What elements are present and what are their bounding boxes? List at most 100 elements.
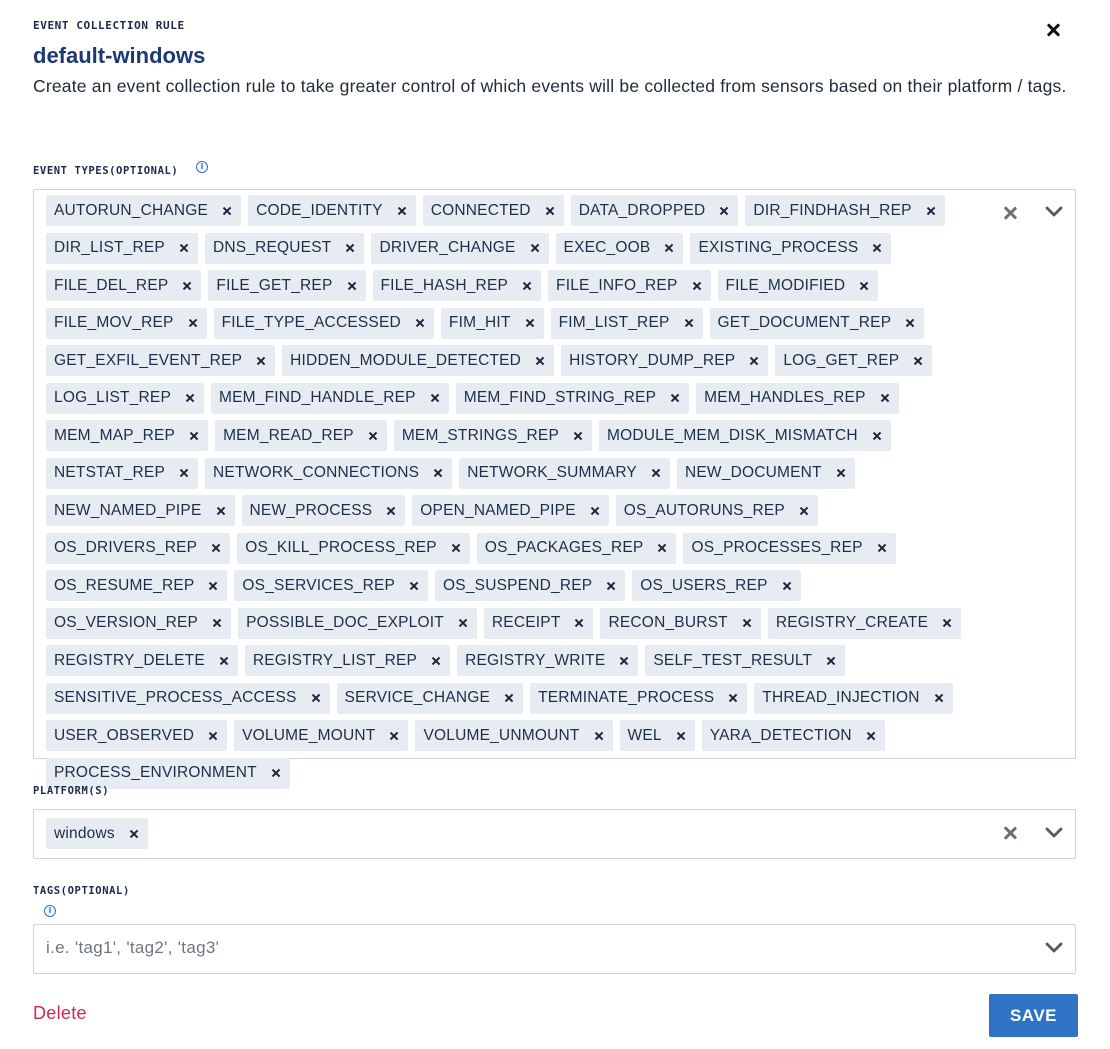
remove-chip-icon[interactable] (385, 505, 397, 517)
info-icon[interactable]: i (196, 161, 208, 173)
chip-label: FILE_MOV_REP (54, 314, 174, 331)
remove-chip-icon[interactable] (218, 655, 230, 667)
remove-chip-icon[interactable] (656, 542, 668, 554)
chevron-down-icon[interactable] (1045, 942, 1063, 956)
info-icon[interactable]: i (44, 905, 56, 917)
remove-chip-icon[interactable] (871, 430, 883, 442)
remove-chip-icon[interactable] (544, 205, 556, 217)
remove-chip-icon[interactable] (408, 580, 420, 592)
remove-chip-icon[interactable] (414, 317, 426, 329)
remove-chip-icon[interactable] (178, 467, 190, 479)
remove-chip-icon[interactable] (429, 392, 441, 404)
remove-chip-icon[interactable] (925, 205, 937, 217)
remove-chip-icon[interactable] (534, 355, 546, 367)
remove-chip-icon[interactable] (825, 655, 837, 667)
remove-chip-icon[interactable] (529, 242, 541, 254)
remove-chip-icon[interactable] (748, 355, 760, 367)
remove-chip-icon[interactable] (669, 392, 681, 404)
remove-chip-icon[interactable] (450, 542, 462, 554)
event-types-select[interactable]: AUTORUN_CHANGE CODE_IDENTITY CONNECTED DATA… (33, 189, 1076, 789)
remove-chip-icon[interactable] (221, 205, 233, 217)
remove-chip-icon[interactable] (727, 692, 739, 704)
remove-chip-icon[interactable] (871, 242, 883, 254)
chip-label: FILE_INFO_REP (556, 276, 678, 294)
remove-chip-icon[interactable] (663, 242, 675, 254)
selected-chip: NEW_PROCESS (241, 495, 406, 526)
remove-chip-icon[interactable] (310, 692, 322, 704)
remove-chip-icon[interactable] (879, 392, 891, 404)
remove-chip-icon[interactable] (270, 767, 282, 779)
selected-chip: SERVICE_CHANGE (336, 682, 524, 714)
remove-chip-icon[interactable] (835, 467, 847, 479)
remove-chip-icon[interactable] (457, 617, 469, 629)
remove-chip-icon[interactable] (573, 617, 585, 629)
remove-chip-icon[interactable] (798, 505, 810, 517)
save-button[interactable]: SAVE (989, 994, 1078, 1037)
remove-chip-icon[interactable] (718, 205, 730, 217)
remove-chip-icon[interactable] (344, 242, 356, 254)
chip-label: FIM_LIST_REP (558, 314, 670, 331)
selected-chip: REGISTRY_LIST_REP (244, 645, 451, 676)
remove-chip-icon[interactable] (184, 392, 196, 404)
remove-chip-icon[interactable] (128, 828, 140, 840)
remove-chip-icon[interactable] (178, 242, 190, 254)
remove-chip-icon[interactable] (388, 730, 400, 742)
remove-chip-icon[interactable] (367, 430, 379, 442)
remove-chip-icon[interactable] (683, 317, 695, 329)
remove-chip-icon[interactable] (207, 730, 219, 742)
remove-chip-icon[interactable] (346, 280, 358, 292)
chip-label: FILE_TYPE_ACCESSED (221, 314, 401, 331)
remove-chip-icon[interactable] (524, 317, 536, 329)
chevron-down-icon[interactable] (1045, 206, 1063, 220)
remove-chip-icon[interactable] (781, 580, 793, 592)
remove-chip-icon[interactable] (618, 655, 630, 667)
selected-chip: MODULE_MEM_DISK_MISMATCH (598, 420, 891, 451)
remove-chip-icon[interactable] (215, 505, 227, 517)
remove-chip-icon[interactable] (941, 617, 953, 629)
remove-chip-icon[interactable] (691, 280, 703, 292)
remove-chip-icon[interactable] (675, 730, 687, 742)
remove-chip-icon[interactable] (589, 505, 601, 517)
remove-chip-icon[interactable] (904, 317, 916, 329)
remove-chip-icon[interactable] (876, 542, 888, 554)
remove-chip-icon[interactable] (572, 430, 584, 442)
remove-chip-icon[interactable] (858, 280, 870, 292)
remove-chip-icon[interactable] (865, 730, 877, 742)
remove-chip-icon[interactable] (503, 692, 515, 704)
clear-all-icon[interactable] (1001, 204, 1019, 222)
close-icon[interactable] (1040, 17, 1066, 43)
remove-chip-icon[interactable] (650, 467, 662, 479)
remove-chip-icon[interactable] (741, 617, 753, 629)
remove-chip-icon[interactable] (593, 730, 605, 742)
chip-label: VOLUME_MOUNT (242, 726, 376, 744)
selected-chip: FILE_GET_REP (208, 270, 366, 301)
clear-all-icon[interactable] (1001, 824, 1019, 842)
chip-label: REGISTRY_DELETE (54, 651, 205, 669)
remove-chip-icon[interactable] (210, 542, 222, 554)
remove-chip-icon[interactable] (396, 205, 408, 217)
remove-chip-icon[interactable] (187, 317, 199, 329)
remove-chip-icon[interactable] (912, 355, 924, 367)
remove-chip-icon[interactable] (211, 617, 223, 629)
remove-chip-icon[interactable] (181, 280, 193, 292)
remove-chip-icon[interactable] (605, 580, 617, 592)
tags-input[interactable]: i.e. 'tag1', 'tag2', 'tag3' (33, 924, 1076, 974)
remove-chip-icon[interactable] (521, 280, 533, 292)
remove-chip-icon[interactable] (432, 467, 444, 479)
remove-chip-icon[interactable] (188, 430, 200, 442)
remove-chip-icon[interactable] (430, 655, 442, 667)
remove-chip-icon[interactable] (933, 692, 945, 704)
chip-label: MEM_FIND_HANDLE_REP (218, 389, 416, 406)
remove-chip-icon[interactable] (255, 355, 267, 367)
chip-label: DNS_REQUEST (212, 239, 332, 256)
selected-chip: DIR_FINDHASH_REP (745, 195, 945, 226)
chip-label: OS_PROCESSES_REP (691, 539, 863, 556)
selected-chip: VOLUME_MOUNT (234, 720, 409, 751)
delete-button[interactable]: Delete (33, 1003, 87, 1024)
chip-label: FILE_GET_REP (216, 276, 333, 294)
chevron-down-icon[interactable] (1045, 827, 1063, 841)
chip-label: OS_USERS_REP (640, 576, 768, 594)
remove-chip-icon[interactable] (207, 580, 219, 592)
platforms-select[interactable]: windows (33, 809, 1076, 859)
chip-label: EXISTING_PROCESS (698, 239, 859, 256)
